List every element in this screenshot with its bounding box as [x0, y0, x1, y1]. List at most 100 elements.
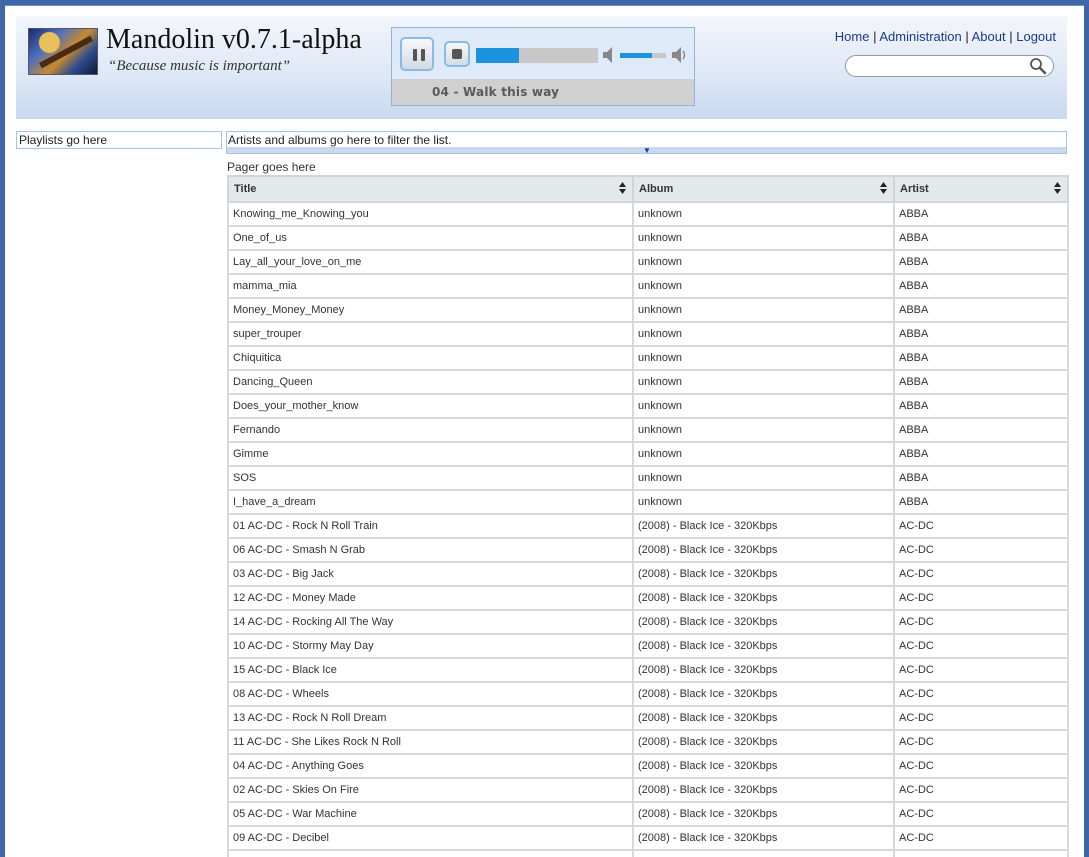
stop-button[interactable] — [444, 41, 470, 67]
table-row[interactable]: Gimme unknown ABBA — [227, 441, 1069, 467]
track-title: Money_Money_Money — [227, 297, 634, 323]
track-artist: ABBA — [893, 225, 1069, 251]
track-title: 09 AC-DC - Decibel — [227, 825, 634, 851]
track-album: (2008) - Black Ice - 320Kbps — [632, 825, 895, 851]
track-artist: ABBA — [893, 417, 1069, 443]
track-artist: ABBA — [893, 489, 1069, 515]
playlists-panel: Playlists go here — [16, 131, 222, 149]
table-row[interactable] — [227, 849, 1069, 857]
header: Mandolin v0.7.1-alpha “Because music is … — [16, 16, 1067, 119]
track-album: (2008) - Black Ice - 320Kbps — [632, 681, 895, 707]
sort-icon — [619, 182, 626, 194]
table-row[interactable]: 14 AC-DC - Rocking All The Way (2008) - B… — [227, 609, 1069, 635]
track-title: Chiquitica — [227, 345, 634, 371]
table-row[interactable]: Fernando unknown ABBA — [227, 417, 1069, 443]
table-row[interactable]: Knowing_me_Knowing_you unknown ABBA — [227, 201, 1069, 227]
track-album: unknown — [632, 249, 895, 275]
track-title: 03 AC-DC - Big Jack — [227, 561, 634, 587]
track-artist: ABBA — [893, 465, 1069, 491]
table-row[interactable]: 10 AC-DC - Stormy May Day (2008) - Black … — [227, 633, 1069, 659]
track-artist: AC-DC — [893, 537, 1069, 563]
track-title: Fernando — [227, 417, 634, 443]
filter-panel: Artists and albums go here to filter the… — [226, 131, 1067, 155]
track-album: (2008) - Black Ice - 320Kbps — [632, 753, 895, 779]
column-header-album[interactable]: Album — [632, 175, 895, 203]
filter-placeholder: Artists and albums go here to filter the… — [228, 133, 452, 147]
search-icon[interactable] — [1029, 57, 1047, 75]
track-album: unknown — [632, 345, 895, 371]
table-row[interactable]: mamma_mia unknown ABBA — [227, 273, 1069, 299]
table-row[interactable]: super_trouper unknown ABBA — [227, 321, 1069, 347]
track-title: 15 AC-DC - Black Ice — [227, 657, 634, 683]
track-album: unknown — [632, 441, 895, 467]
track-title: I_have_a_dream — [227, 489, 634, 515]
pause-button[interactable] — [400, 37, 434, 71]
table-row[interactable]: Money_Money_Money unknown ABBA — [227, 297, 1069, 323]
table-row[interactable]: 12 AC-DC - Money Made (2008) - Black Ice … — [227, 585, 1069, 611]
track-album: unknown — [632, 321, 895, 347]
top-nav: Home | Administration | About | Logout — [834, 29, 1056, 44]
track-title: 12 AC-DC - Money Made — [227, 585, 634, 611]
track-artist: ABBA — [893, 369, 1069, 395]
track-artist: AC-DC — [893, 633, 1069, 659]
volume-slider[interactable] — [620, 53, 666, 58]
track-artist: ABBA — [893, 201, 1069, 227]
table-row[interactable]: I_have_a_dream unknown ABBA — [227, 489, 1069, 515]
table-row[interactable]: Dancing_Queen unknown ABBA — [227, 369, 1069, 395]
table-row[interactable]: 08 AC-DC - Wheels (2008) - Black Ice - 32… — [227, 681, 1069, 707]
mute-icon[interactable] — [602, 46, 618, 64]
track-title: 13 AC-DC - Rock N Roll Dream — [227, 705, 634, 731]
volume-max-icon[interactable] — [671, 46, 687, 64]
track-album: unknown — [632, 369, 895, 395]
table-row[interactable]: 03 AC-DC - Big Jack (2008) - Black Ice - … — [227, 561, 1069, 587]
table-row[interactable]: 09 AC-DC - Decibel (2008) - Black Ice - 3… — [227, 825, 1069, 851]
nav-about[interactable]: About — [972, 29, 1006, 44]
track-album: (2008) - Black Ice - 320Kbps — [632, 537, 895, 563]
table-row[interactable]: SOS unknown ABBA — [227, 465, 1069, 491]
track-album: unknown — [632, 489, 895, 515]
track-title: 02 AC-DC - Skies On Fire — [227, 777, 634, 803]
track-title: Knowing_me_Knowing_you — [227, 201, 634, 227]
track-artist: AC-DC — [893, 609, 1069, 635]
table-row[interactable]: 01 AC-DC - Rock N Roll Train (2008) - Bla… — [227, 513, 1069, 539]
table-row[interactable]: 11 AC-DC - She Likes Rock N Roll (2008) -… — [227, 729, 1069, 755]
track-artist: AC-DC — [893, 705, 1069, 731]
table-row[interactable]: 13 AC-DC - Rock N Roll Dream (2008) - Bla… — [227, 705, 1069, 731]
track-artist: ABBA — [893, 393, 1069, 419]
nav-administration[interactable]: Administration — [879, 29, 961, 44]
nav-logout[interactable]: Logout — [1016, 29, 1056, 44]
track-title: 04 AC-DC - Anything Goes — [227, 753, 634, 779]
stop-icon — [452, 49, 462, 59]
column-header-artist[interactable]: Artist — [893, 175, 1069, 203]
column-header-title[interactable]: Title — [227, 175, 634, 203]
track-title: Lay_all_your_love_on_me — [227, 249, 634, 275]
track-album: unknown — [632, 273, 895, 299]
track-album: (2008) - Black Ice - 320Kbps — [632, 585, 895, 611]
track-album: (2008) - Black Ice - 320Kbps — [632, 801, 895, 827]
track-album: (2008) - Black Ice - 320Kbps — [632, 657, 895, 683]
table-row[interactable]: One_of_us unknown ABBA — [227, 225, 1069, 251]
search-input[interactable] — [854, 59, 1024, 73]
track-artist: ABBA — [893, 249, 1069, 275]
progress-bar[interactable] — [476, 48, 598, 63]
track-artist: ABBA — [893, 321, 1069, 347]
track-artist: AC-DC — [893, 801, 1069, 827]
table-row[interactable]: 05 AC-DC - War Machine (2008) - Black Ice… — [227, 801, 1069, 827]
table-row[interactable]: 06 AC-DC - Smash N Grab (2008) - Black Ic… — [227, 537, 1069, 563]
table-row[interactable]: Lay_all_your_love_on_me unknown ABBA — [227, 249, 1069, 275]
track-title: mamma_mia — [227, 273, 634, 299]
table-row[interactable]: 15 AC-DC - Black Ice (2008) - Black Ice -… — [227, 657, 1069, 683]
track-album: (2008) - Black Ice - 320Kbps — [632, 561, 895, 587]
track-title: 10 AC-DC - Stormy May Day — [227, 633, 634, 659]
sort-icon — [1054, 182, 1061, 194]
nav-home[interactable]: Home — [835, 29, 870, 44]
table-row[interactable]: 04 AC-DC - Anything Goes (2008) - Black I… — [227, 753, 1069, 779]
table-row[interactable]: Does_your_mother_know unknown ABBA — [227, 393, 1069, 419]
table-row[interactable]: Chiquitica unknown ABBA — [227, 345, 1069, 371]
track-title: 11 AC-DC - She Likes Rock N Roll — [227, 729, 634, 755]
track-title: Gimme — [227, 441, 634, 467]
search-box — [845, 55, 1054, 77]
table-row[interactable]: 02 AC-DC - Skies On Fire (2008) - Black I… — [227, 777, 1069, 803]
track-title: SOS — [227, 465, 634, 491]
expand-arrow-icon[interactable]: ▼ — [643, 146, 651, 155]
